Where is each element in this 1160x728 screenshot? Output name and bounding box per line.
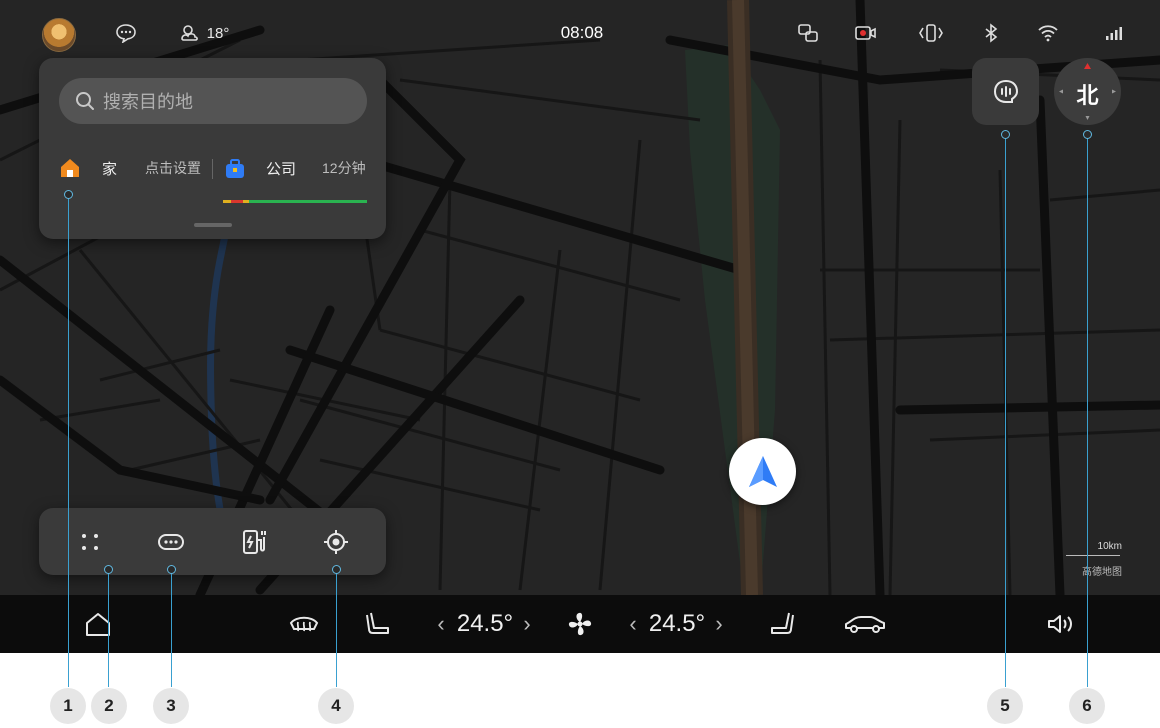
bottom-dock: ‹ 24.5° › ‹ 24.5° › [0,595,1160,653]
weather-temp: 18° [206,24,230,42]
callout-dot-3 [167,565,176,574]
callout-line-5 [1005,135,1006,687]
search-placeholder: 搜索目的地 [103,92,193,112]
favorites-divider [212,159,213,179]
home-icon[interactable] [59,157,81,184]
navigation-arrow-icon [748,455,777,487]
left-temp-up[interactable]: › [518,595,536,653]
defrost-button[interactable] [287,595,321,653]
home-set-action[interactable]: 点击设置 [145,158,201,178]
clock: 08:08 [560,23,604,42]
screen-mirror-icon[interactable] [796,18,820,48]
record-icon[interactable] [853,18,879,48]
callout-badge-5: 5 [987,688,1023,724]
right-temp-down[interactable]: ‹ [624,595,642,653]
more-icon [157,532,185,552]
passenger-seat-icon [768,610,796,638]
right-temperature: 24.5° [648,610,706,637]
callout-dot-4 [332,565,341,574]
traffic-bar [223,200,367,203]
callout-badge-2: 2 [91,688,127,724]
charging-station-button[interactable] [234,522,274,562]
fan-button[interactable] [563,595,597,653]
callout-line-4 [336,570,337,687]
home-button[interactable] [82,595,114,653]
callout-badge-4: 4 [318,688,354,724]
compass-label: 北 [1076,83,1099,108]
callout-line-3 [171,570,172,687]
compass-button[interactable]: 北 [1054,58,1121,125]
status-bar: 18° 08:08 [0,0,1160,66]
work-eta: 12分钟 [322,160,366,176]
bluetooth-icon[interactable] [981,18,1001,48]
left-temp-down[interactable]: ‹ [432,595,450,653]
user-avatar[interactable] [42,18,76,52]
panel-drag-handle[interactable] [194,223,232,227]
voice-assistant-button[interactable] [972,58,1039,125]
volume-icon [1046,612,1076,636]
weather-icon [178,18,200,48]
left-temperature: 24.5° [456,610,514,637]
apps-button[interactable] [70,522,110,562]
message-icon[interactable] [110,18,142,48]
callout-dot-1 [64,190,73,199]
car-icon [843,613,887,635]
map-provider: 高德地图 [1082,567,1122,578]
voice-icon [992,78,1020,106]
passenger-seat-button[interactable] [766,595,798,653]
callout-dot-5 [1001,130,1010,139]
search-icon [75,91,95,111]
callout-line-2 [108,570,109,687]
defrost-icon [288,611,320,637]
map-scale-label: 10km [1097,541,1122,552]
volume-button[interactable] [1044,595,1078,653]
wifi-icon[interactable] [1036,18,1060,48]
current-location-marker [729,438,796,505]
search-bar[interactable]: 搜索目的地 [59,78,367,124]
navigation-panel: 搜索目的地 家 点击设置 公司 12分钟 [39,58,386,239]
driver-seat-icon [364,610,392,638]
callout-dot-6 [1083,130,1092,139]
callout-badge-6: 6 [1069,688,1105,724]
callout-line-6 [1087,135,1088,687]
callout-badge-3: 3 [153,688,189,724]
callout-badge-1: 1 [50,688,86,724]
signal-icon [1104,18,1126,48]
vehicle-button[interactable] [842,595,888,653]
locate-icon [322,528,350,556]
more-button[interactable] [151,522,191,562]
map-scale-bar [1066,555,1120,556]
callout-line-1 [68,195,69,687]
home-label[interactable]: 家 [102,158,117,179]
work-icon[interactable] [224,158,246,185]
apps-icon [79,531,101,553]
vibrate-icon[interactable] [914,18,948,48]
locate-button[interactable] [316,522,356,562]
driver-seat-button[interactable] [362,595,394,653]
fan-icon [566,610,594,638]
callout-dot-2 [104,565,113,574]
work-label[interactable]: 公司 [266,158,296,179]
car-screen: 18° 08:08 搜索目的地 家 点击设置 公司 12分钟 北 10km 高德… [0,0,1160,653]
right-temp-up[interactable]: › [710,595,728,653]
charging-station-icon [240,528,268,556]
